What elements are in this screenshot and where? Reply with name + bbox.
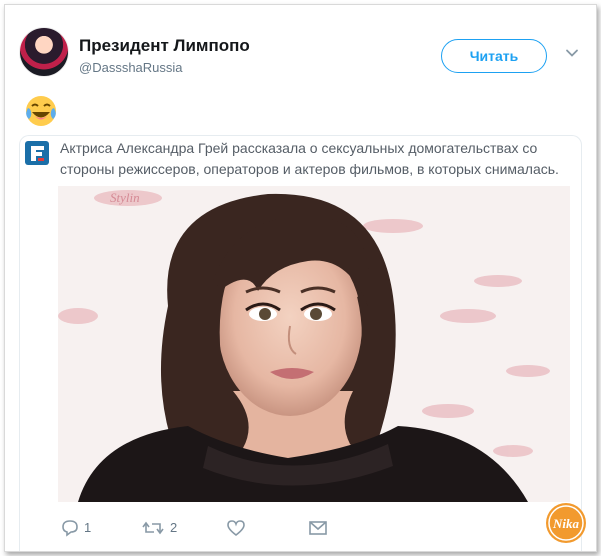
backdrop-logo-text: Stylin [110, 190, 140, 205]
user-name[interactable]: Президент Лимпопо [79, 36, 250, 56]
actress-photo[interactable]: Stylin [58, 186, 570, 502]
quoted-tweet[interactable]: Актриса Александра Грей рассказала о сек… [19, 135, 582, 551]
follow-button[interactable]: Читать [441, 39, 547, 73]
tweet-actions: 1 2 [60, 518, 360, 542]
reply-count: 1 [84, 520, 92, 535]
svg-text:Nika: Nika [552, 516, 580, 531]
source-logo-icon [25, 141, 49, 165]
direct-message-icon[interactable] [308, 518, 328, 538]
photo-illustration: Stylin [58, 186, 570, 502]
like-heart-icon[interactable] [226, 518, 246, 538]
retweet-icon[interactable] [142, 518, 164, 538]
quoted-tweet-text: Актриса Александра Грей рассказала о сек… [60, 140, 559, 177]
avatar[interactable] [19, 27, 69, 77]
laughing-emoji-icon [26, 96, 56, 126]
user-handle[interactable]: @DassshaRussia [79, 60, 183, 75]
tweet-card: Президент Лимпопо @DassshaRussia Читать … [4, 4, 597, 552]
nika-watermark-logo: Nika [546, 503, 586, 543]
retweet-count: 2 [170, 520, 178, 535]
reply-icon[interactable] [60, 518, 80, 538]
chevron-down-icon[interactable] [564, 45, 580, 61]
